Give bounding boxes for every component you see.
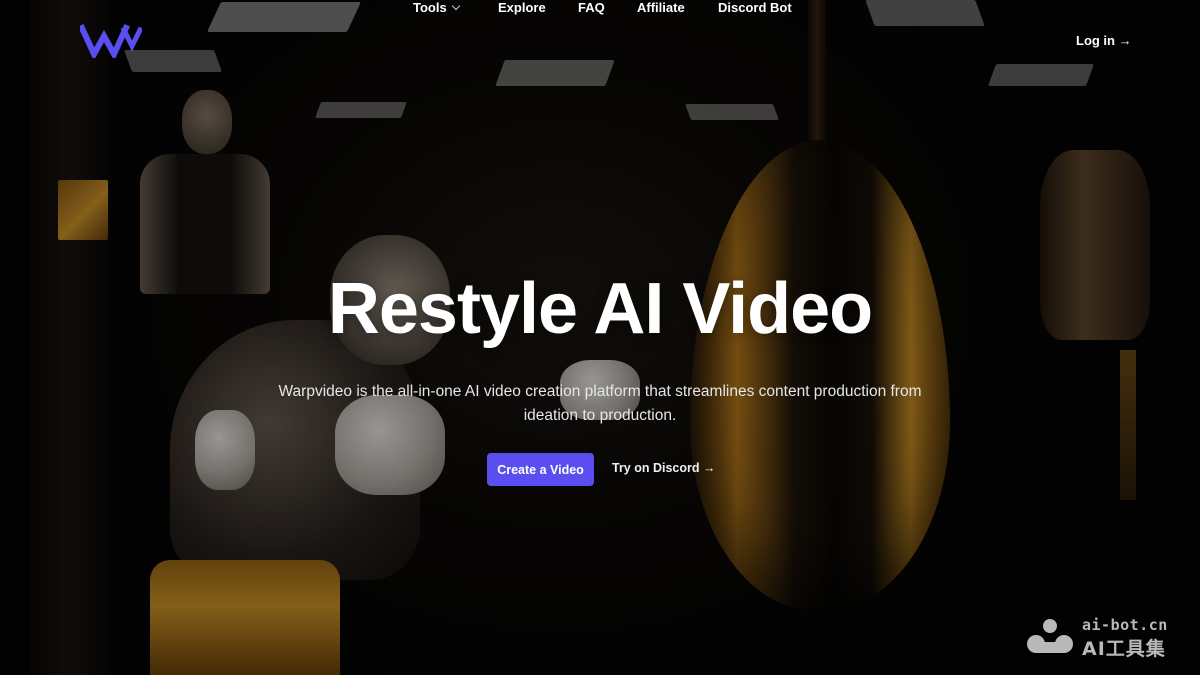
hero-subtitle-line-1: Warpvideo is the all-in-one AI video cre… — [278, 383, 922, 400]
login-link[interactable]: Log in → — [1076, 33, 1132, 48]
hero-subtitle: Warpvideo is the all-in-one AI video cre… — [250, 380, 950, 428]
hero-subtitle-line-2: ideation to production. — [523, 407, 677, 424]
create-video-button[interactable]: Create a Video — [487, 453, 594, 486]
nav-tools[interactable]: Tools — [413, 0, 460, 15]
chevron-down-icon — [451, 1, 460, 11]
warpvideo-logo-icon[interactable] — [78, 24, 144, 61]
watermark-name: AI工具集 — [1082, 638, 1166, 660]
site-header: Tools Explore FAQ Affiliate Discord Bot … — [0, 0, 1200, 82]
watermark: ai-bot.cn AI工具集 — [1024, 614, 1184, 660]
nav-affiliate[interactable]: Affiliate — [637, 0, 685, 15]
try-on-discord-link[interactable]: Try on Discord → — [612, 461, 716, 475]
nav-affiliate-label: Affiliate — [637, 0, 685, 15]
nav-discord-bot[interactable]: Discord Bot — [718, 0, 792, 15]
nav-explore-label: Explore — [498, 0, 546, 15]
nav-discord-bot-label: Discord Bot — [718, 0, 792, 15]
watermark-url: ai-bot.cn — [1082, 616, 1168, 634]
nav-tools-label: Tools — [413, 0, 447, 15]
nav-faq[interactable]: FAQ — [578, 0, 605, 15]
nav-explore[interactable]: Explore — [498, 0, 546, 15]
nav-faq-label: FAQ — [578, 0, 605, 15]
hero-title: Restyle AI Video — [327, 269, 873, 349]
watermark-logo-icon — [1027, 619, 1073, 653]
